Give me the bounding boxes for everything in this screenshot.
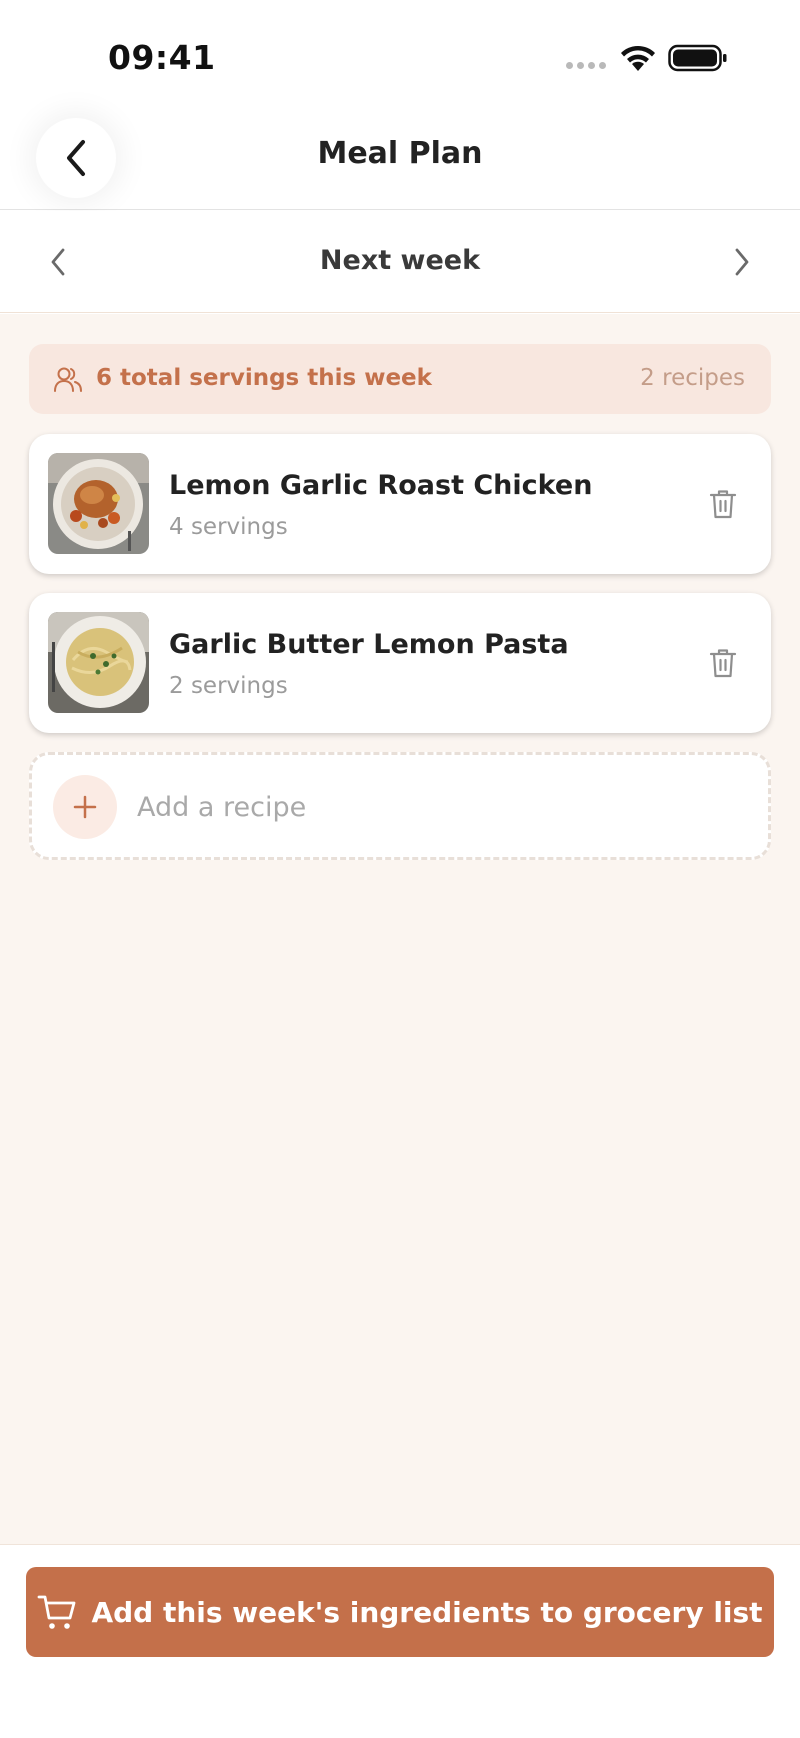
wifi-icon: [621, 45, 655, 71]
meal-plan-content: 6 total servings this week 2 recipes Lem…: [0, 314, 800, 1544]
recipe-count: 2 recipes: [640, 365, 745, 391]
trash-icon[interactable]: [708, 488, 738, 520]
recipe-servings: 2 servings: [169, 673, 288, 699]
cta-label: Add this week's ingredients to grocery l…: [91, 1595, 763, 1629]
plus-icon-circle: [53, 775, 117, 839]
status-time: 09:41: [108, 38, 216, 77]
chevron-right-icon: [735, 248, 749, 276]
page-title: Meal Plan: [317, 136, 483, 171]
recipe-thumbnail: [48, 453, 149, 554]
status-bar: 09:41: [0, 0, 800, 110]
battery-icon: [668, 44, 727, 72]
plus-icon: [73, 795, 97, 819]
footer: Add this week's ingredients to grocery l…: [0, 1544, 800, 1738]
recipe-name: Lemon Garlic Roast Chicken: [169, 470, 593, 501]
add-recipe-label: Add a recipe: [137, 792, 307, 823]
week-navigator: Next week: [0, 211, 800, 313]
header: Meal Plan: [0, 110, 800, 210]
add-to-grocery-list-button[interactable]: Add this week's ingredients to grocery l…: [26, 1567, 774, 1657]
recipe-servings: 4 servings: [169, 514, 288, 540]
recipe-card[interactable]: Garlic Butter Lemon Pasta 2 servings: [29, 593, 771, 733]
next-week-button[interactable]: [720, 237, 764, 287]
total-servings-text: 6 total servings this week: [96, 365, 432, 391]
recipe-card[interactable]: Lemon Garlic Roast Chicken 4 servings: [29, 434, 771, 574]
recipe-thumbnail: [48, 612, 149, 713]
add-recipe-button[interactable]: Add a recipe: [29, 752, 771, 860]
users-icon: [54, 367, 82, 392]
week-label: Next week: [319, 245, 481, 276]
cellular-signal-icon: [566, 62, 608, 70]
trash-icon[interactable]: [708, 647, 738, 679]
recipe-name: Garlic Butter Lemon Pasta: [169, 629, 569, 660]
servings-summary: 6 total servings this week 2 recipes: [29, 344, 771, 414]
shopping-cart-icon: [38, 1595, 76, 1629]
